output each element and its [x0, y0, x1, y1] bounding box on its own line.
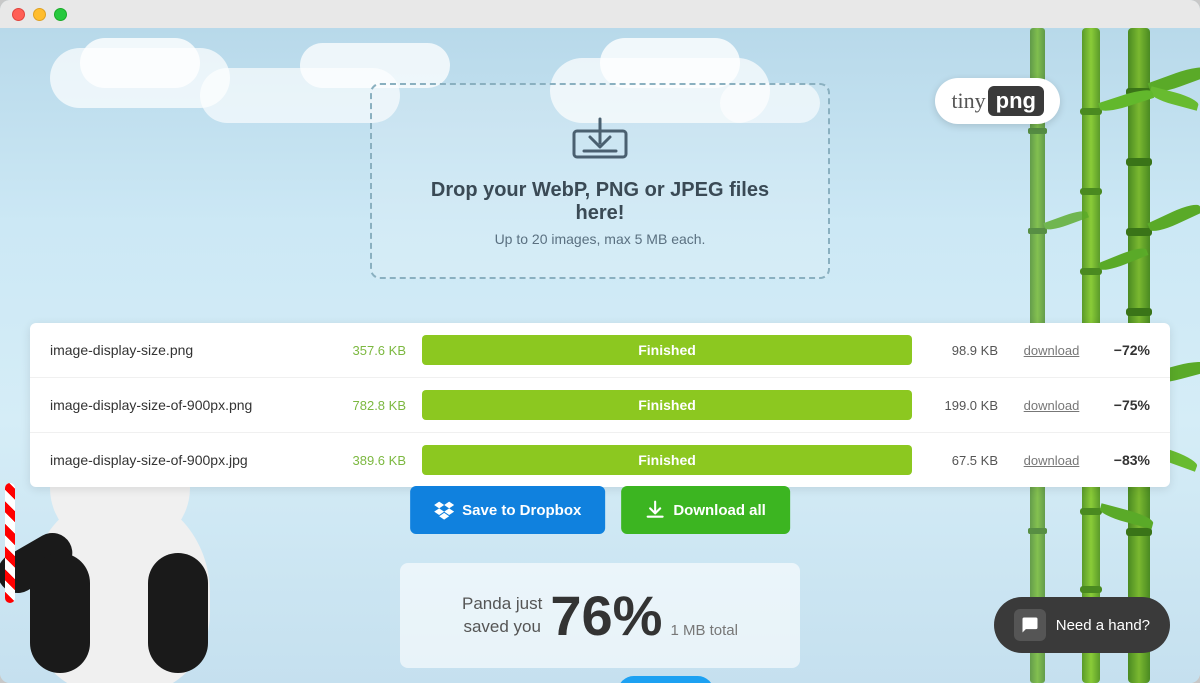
savings-label-text: Panda justsaved you — [462, 594, 542, 635]
progress-label: Finished — [638, 452, 696, 468]
savings-percentage: −83% — [1105, 452, 1150, 468]
drop-title: Drop your WebP, PNG or JPEG files here! — [412, 179, 788, 225]
minimize-button[interactable] — [33, 8, 46, 21]
bamboo-node — [1080, 188, 1102, 195]
bamboo-node — [1028, 128, 1047, 134]
download-icon — [645, 500, 665, 520]
bamboo-node — [1028, 228, 1047, 234]
bamboo-node — [1080, 268, 1102, 275]
panda-decoration — [0, 453, 310, 683]
download-link[interactable]: download — [1014, 398, 1089, 413]
files-table: image-display-size.png 357.6 KB Finished… — [30, 323, 1170, 487]
bamboo-node — [1126, 528, 1152, 536]
savings-percentage: −75% — [1105, 397, 1150, 413]
file-size-original: 357.6 KB — [326, 343, 406, 358]
savings-percentage: −72% — [1105, 342, 1150, 358]
progress-label: Finished — [638, 342, 696, 358]
tweet-section: Share your savings Tweet — [486, 676, 714, 683]
progress-label: Finished — [638, 397, 696, 413]
savings-content: Panda justsaved you 76% 1 MB total — [440, 583, 760, 648]
bamboo-node — [1080, 586, 1102, 593]
close-button[interactable] — [12, 8, 25, 21]
file-name: image-display-size-of-900px.jpg — [50, 452, 310, 468]
titlebar — [0, 0, 1200, 28]
sky-background: tiny png Drop your WebP, PNG or JPEG fil… — [0, 28, 1200, 683]
file-name: image-display-size.png — [50, 342, 310, 358]
cloud-6 — [600, 38, 740, 88]
file-size-compressed: 67.5 KB — [928, 453, 998, 468]
logo: tiny png — [935, 78, 1060, 124]
savings-percentage-big: 76% — [550, 583, 662, 648]
dropbox-icon — [434, 500, 454, 520]
progress-bar: Finished — [422, 335, 912, 365]
cloud-4 — [300, 43, 450, 88]
savings-label: Panda justsaved you — [462, 593, 542, 637]
file-name: image-display-size-of-900px.png — [50, 397, 310, 413]
bamboo-node — [1080, 108, 1102, 115]
drop-zone[interactable]: Drop your WebP, PNG or JPEG files here! … — [370, 83, 830, 279]
bamboo-node — [1126, 158, 1152, 166]
download-all-button[interactable]: Download all — [621, 486, 790, 534]
file-size-compressed: 98.9 KB — [928, 343, 998, 358]
bamboo-node — [1126, 308, 1152, 316]
savings-box: Panda justsaved you 76% 1 MB total — [400, 563, 800, 668]
bamboo-node — [1080, 508, 1102, 515]
logo-tiny-text: tiny — [951, 88, 985, 114]
panda-body-right — [148, 553, 208, 673]
download-link[interactable]: download — [1014, 343, 1089, 358]
save-to-dropbox-button[interactable]: Save to Dropbox — [410, 486, 605, 534]
bamboo-leaf — [1148, 86, 1199, 111]
cloud-2 — [80, 38, 200, 88]
download-link[interactable]: download — [1014, 453, 1089, 468]
bamboo-node — [1126, 228, 1152, 236]
drop-icon — [412, 115, 788, 169]
table-row: image-display-size-of-900px.jpg 389.6 KB… — [30, 433, 1170, 487]
progress-bar: Finished — [422, 445, 912, 475]
bamboo-node — [1028, 528, 1047, 534]
chat-bubble-icon — [1020, 615, 1040, 635]
dropbox-button-label: Save to Dropbox — [462, 502, 581, 519]
file-size-original: 782.8 KB — [326, 398, 406, 413]
maximize-button[interactable] — [54, 8, 67, 21]
app-window: tiny png Drop your WebP, PNG or JPEG fil… — [0, 0, 1200, 683]
table-row: image-display-size.png 357.6 KB Finished… — [30, 323, 1170, 378]
progress-bar: Finished — [422, 390, 912, 420]
savings-total: 1 MB total — [670, 622, 738, 639]
logo-png-text: png — [988, 86, 1044, 116]
file-size-compressed: 199.0 KB — [928, 398, 998, 413]
table-row: image-display-size-of-900px.png 782.8 KB… — [30, 378, 1170, 433]
need-hand-button[interactable]: Need a hand? — [994, 597, 1170, 653]
bamboo-leaf — [1147, 200, 1200, 235]
action-buttons: Save to Dropbox Download all — [410, 486, 790, 534]
drop-subtitle: Up to 20 images, max 5 MB each. — [412, 231, 788, 247]
tweet-button[interactable]: Tweet — [618, 676, 715, 683]
download-all-label: Download all — [673, 502, 766, 519]
candy-cane — [5, 483, 15, 603]
file-size-original: 389.6 KB — [326, 453, 406, 468]
chat-icon — [1014, 609, 1046, 641]
savings-number-group: 76% 1 MB total — [550, 583, 738, 648]
panda-body-left — [30, 553, 90, 673]
need-hand-label: Need a hand? — [1056, 617, 1150, 634]
